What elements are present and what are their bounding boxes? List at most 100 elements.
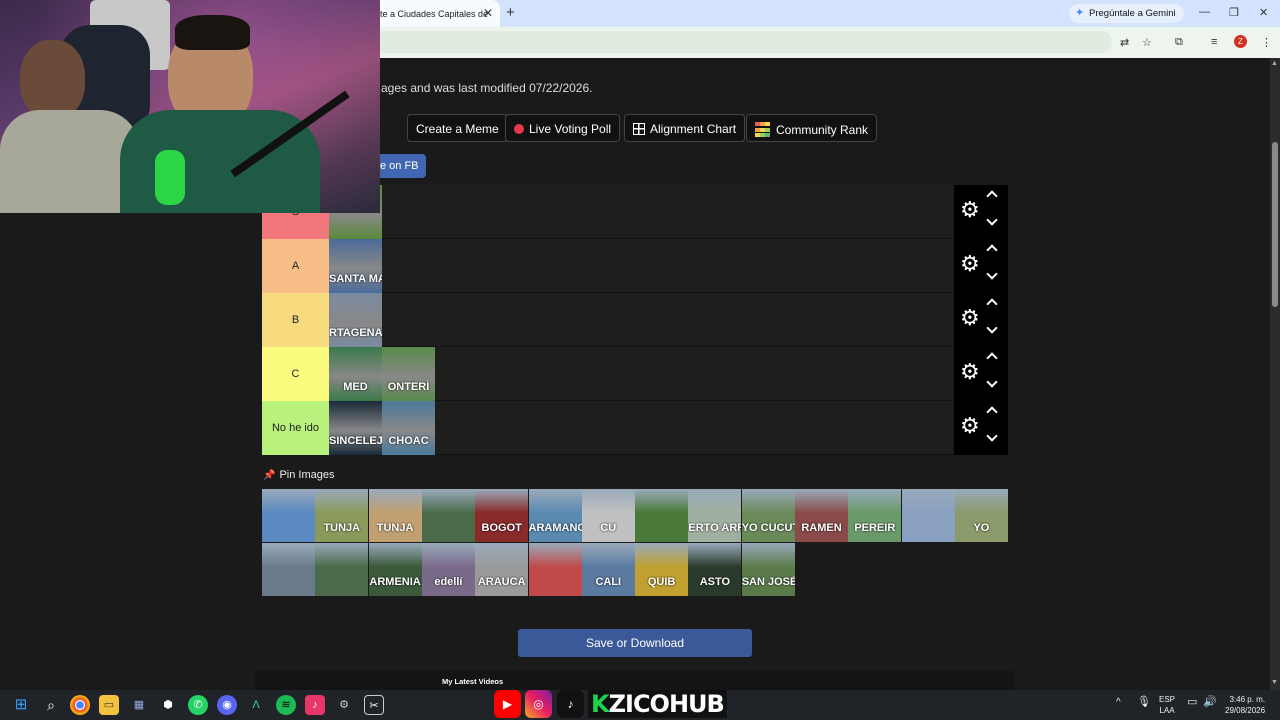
- pool-image[interactable]: PEREIR: [848, 489, 902, 542]
- pool-image[interactable]: CALI: [581, 543, 635, 596]
- media-icon[interactable]: ≡: [1211, 36, 1217, 48]
- pool-image[interactable]: [635, 489, 689, 542]
- search-icon[interactable]: ⌕: [41, 695, 61, 715]
- list-info-text: ages and was last modified 07/22/2026.: [381, 81, 593, 95]
- translate-icon[interactable]: ⇄: [1120, 36, 1129, 49]
- gear-icon[interactable]: ⚙: [960, 415, 980, 437]
- lang-line-1: ESP: [1159, 695, 1176, 704]
- bookmark-star-icon[interactable]: ☆: [1142, 36, 1152, 49]
- store-icon[interactable]: ▦: [129, 695, 149, 715]
- chevron-down-icon[interactable]: [986, 430, 998, 442]
- settings-icon[interactable]: ⚙: [334, 695, 354, 715]
- pool-image-caption: TUNJA: [323, 522, 361, 534]
- pool-image[interactable]: [315, 543, 369, 596]
- pool-image[interactable]: TUNJA: [315, 489, 369, 542]
- tier-controls: ⚙: [954, 401, 1008, 455]
- instagram-icon: ◎: [525, 690, 552, 718]
- streamer-brand: KZICOHUB: [588, 690, 727, 718]
- pin-images-toggle[interactable]: 📌 Pin Images: [263, 469, 334, 481]
- discord-icon[interactable]: ◉: [217, 695, 237, 715]
- scrollbar-thumb[interactable]: [1272, 142, 1278, 307]
- tier-image[interactable]: MED: [329, 347, 382, 401]
- scroll-down-icon[interactable]: ▼: [1271, 679, 1278, 686]
- community-rank-button[interactable]: Community Rank: [746, 114, 878, 142]
- app-icon[interactable]: ⬢: [158, 695, 178, 715]
- clock[interactable]: 3:46 p. m. 29/08/2026: [1225, 694, 1265, 716]
- android-studio-icon[interactable]: Λ: [246, 695, 266, 715]
- active-tab[interactable]: te a Ciudades Capitales de: [372, 0, 500, 27]
- pool-image[interactable]: BOGOT: [475, 489, 529, 542]
- gear-icon[interactable]: ⚙: [960, 253, 980, 275]
- scroll-up-icon[interactable]: ▲: [1271, 60, 1278, 67]
- close-window-icon[interactable]: ✕: [1259, 6, 1268, 19]
- chevron-up-icon[interactable]: [986, 298, 998, 310]
- profile-avatar[interactable]: Z: [1234, 35, 1247, 48]
- pool-image[interactable]: [262, 543, 315, 596]
- tier-controls: ⚙: [954, 185, 1008, 239]
- tier-label[interactable]: No he ido: [262, 401, 329, 455]
- pool-image[interactable]: CÚ: [581, 489, 635, 542]
- tier-image[interactable]: SANTA MA: [329, 239, 382, 293]
- pool-image[interactable]: ERTO ARRE: [688, 489, 742, 542]
- file-explorer-icon[interactable]: ▭: [99, 695, 119, 715]
- pool-image[interactable]: RAMEN: [795, 489, 848, 542]
- close-tab-icon[interactable]: ✕: [483, 6, 493, 20]
- chevron-down-icon[interactable]: [986, 214, 998, 226]
- chevron-down-icon[interactable]: [986, 268, 998, 280]
- extensions-icon[interactable]: ⧉: [1175, 36, 1183, 49]
- tier-image[interactable]: SINCELEJ: [329, 401, 382, 455]
- save-download-button[interactable]: Save or Download: [518, 629, 752, 657]
- volume-icon[interactable]: 🔊: [1203, 697, 1217, 708]
- tier-label[interactable]: A: [262, 239, 329, 293]
- pool-image[interactable]: ARAUCA: [475, 543, 529, 596]
- page-scrollbar[interactable]: [1270, 58, 1280, 690]
- live-voting-button[interactable]: Live Voting Poll: [505, 114, 621, 142]
- pool-image[interactable]: [421, 489, 475, 542]
- windows-start-icon[interactable]: ⊞: [11, 695, 31, 715]
- chevron-up-icon[interactable]: [986, 406, 998, 418]
- tier-image[interactable]: ONTERÍ: [382, 347, 435, 401]
- tier-label[interactable]: C: [262, 347, 329, 401]
- tier-label[interactable]: B: [262, 293, 329, 347]
- language-indicator[interactable]: ESP LAA: [1159, 694, 1175, 716]
- menu-icon[interactable]: ⋮: [1261, 36, 1272, 49]
- chevron-up-icon[interactable]: [986, 244, 998, 256]
- pool-image[interactable]: edellí: [421, 543, 475, 596]
- gear-icon[interactable]: ⚙: [960, 361, 980, 383]
- gemini-button[interactable]: ✦ Pregúntale a Gemini: [1069, 4, 1184, 23]
- url-field[interactable]: [372, 31, 1112, 53]
- pool-image[interactable]: [528, 543, 582, 596]
- chrome-icon[interactable]: [70, 695, 90, 715]
- chevron-down-icon[interactable]: [986, 322, 998, 334]
- pool-image[interactable]: [262, 489, 315, 542]
- gear-icon[interactable]: ⚙: [960, 307, 980, 329]
- pool-image[interactable]: ARAMANG: [528, 489, 582, 542]
- minimize-icon[interactable]: —: [1199, 6, 1210, 18]
- pool-image[interactable]: [901, 489, 955, 542]
- microphone-icon[interactable]: 🎙: [1137, 697, 1151, 708]
- chevron-up-icon[interactable]: [986, 190, 998, 202]
- restore-icon[interactable]: ❐: [1229, 6, 1239, 19]
- chevron-up-icon[interactable]: [986, 352, 998, 364]
- tray-chevron-icon[interactable]: ^: [1116, 697, 1121, 708]
- tier-image[interactable]: CHOAC: [382, 401, 435, 455]
- tiktok-app-icon[interactable]: ♪: [305, 695, 325, 715]
- gear-icon[interactable]: ⚙: [960, 199, 980, 221]
- pool-image[interactable]: SAN JOSÉ: [741, 543, 795, 596]
- chevron-down-icon[interactable]: [986, 376, 998, 388]
- spotify-icon[interactable]: ≋: [276, 695, 296, 715]
- capcut-icon[interactable]: ✂: [364, 695, 384, 715]
- tier-image[interactable]: RTAGENA: [329, 293, 382, 347]
- new-tab-icon[interactable]: +: [506, 4, 515, 21]
- create-meme-button[interactable]: Create a Meme: [407, 114, 508, 142]
- whatsapp-icon[interactable]: ✆: [188, 695, 208, 715]
- pool-image[interactable]: TUNJA: [368, 489, 422, 542]
- pool-image[interactable]: YO CUCUT: [741, 489, 795, 542]
- pool-image[interactable]: QUIB: [635, 543, 689, 596]
- pool-image[interactable]: ARMENIA: [368, 543, 422, 596]
- pool-image[interactable]: ASTO: [688, 543, 742, 596]
- alignment-chart-button[interactable]: Alignment Chart: [624, 114, 746, 142]
- share-fb-button[interactable]: e on FB: [380, 154, 426, 178]
- pool-image[interactable]: YO: [954, 489, 1008, 542]
- network-icon[interactable]: ▭: [1187, 697, 1197, 708]
